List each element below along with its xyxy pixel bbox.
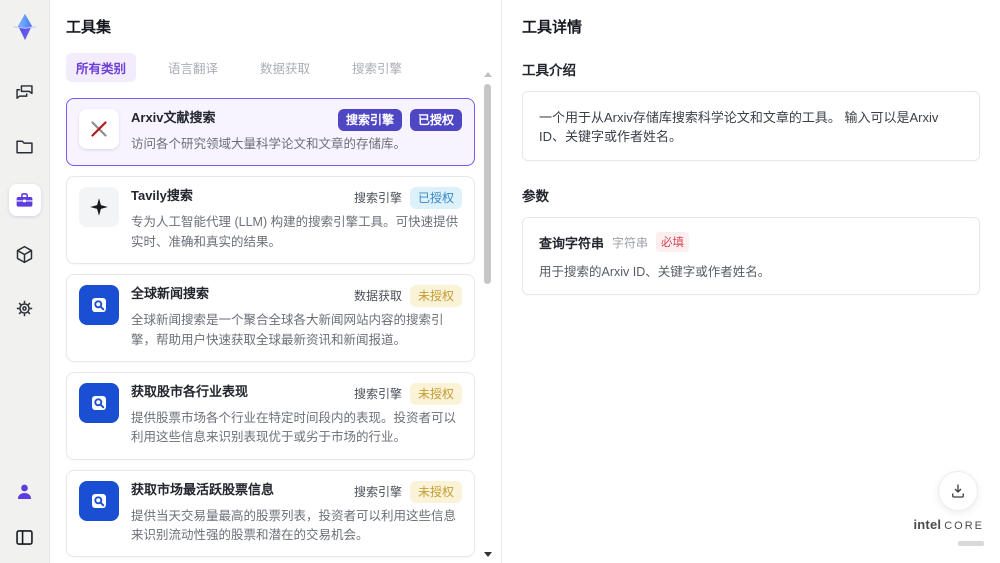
tavily-star-icon bbox=[79, 187, 119, 228]
category-badge: 数据获取 bbox=[353, 289, 402, 304]
params-section-header: 参数 bbox=[522, 189, 549, 204]
tab-language-translation[interactable]: 语言翻译 bbox=[158, 53, 228, 82]
tab-all-categories[interactable]: 所有类别 bbox=[66, 53, 137, 82]
auth-status-badge: 未授权 bbox=[409, 382, 462, 405]
category-tabs: 所有类别 语言翻译 数据获取 搜索引擎 bbox=[66, 53, 475, 82]
param-description: 用于搜索的Arxiv ID、关键字或作者姓名。 bbox=[539, 265, 771, 279]
scroll-up-arrow[interactable] bbox=[484, 72, 492, 77]
arxiv-logo-icon bbox=[79, 109, 119, 149]
tool-description: 访问各个研究领域大量科学论文和文章的存储库。 bbox=[131, 137, 407, 151]
sidebar-nav bbox=[8, 76, 41, 324]
core-wordmark: core bbox=[944, 519, 984, 532]
intro-section-header: 工具介绍 bbox=[522, 63, 576, 78]
toolbox-icon-active[interactable] bbox=[8, 184, 41, 216]
parameter-item: 查询字符串 字符串 必填 用于搜索的Arxiv ID、关键字或作者姓名。 bbox=[522, 217, 980, 295]
chat-icon[interactable] bbox=[9, 76, 41, 108]
stock-sector-icon bbox=[79, 382, 119, 423]
download-button[interactable] bbox=[938, 471, 978, 511]
scrollbar-thumb[interactable] bbox=[484, 84, 491, 284]
auth-status-badge: 未授权 bbox=[409, 285, 462, 308]
tool-detail-panel: 工具详情 工具介绍 一个用于从Arxiv存储库搜索科学论文和文章的工具。 输入可… bbox=[502, 0, 1000, 563]
tool-name: Arxiv文献搜索 bbox=[131, 110, 216, 125]
panel-toggle-icon[interactable] bbox=[9, 521, 41, 553]
tool-description: 提供当天交易量最高的股票列表，投资者可以利用这些信息来识别流动性强的股票和潜在的… bbox=[131, 508, 457, 542]
tab-data-acquisition[interactable]: 数据获取 bbox=[250, 53, 320, 82]
param-type: 字符串 bbox=[612, 235, 649, 250]
tools-list-panel: 工具集 所有类别 语言翻译 数据获取 搜索引擎 Arxiv文献搜索 搜索引擎 已… bbox=[50, 0, 502, 563]
tool-intro-text: 一个用于从Arxiv存储库搜索科学论文和文章的工具。 输入可以是Arxiv ID… bbox=[522, 91, 980, 161]
intel-wordmark: intel bbox=[913, 516, 942, 532]
folder-icon[interactable] bbox=[9, 130, 41, 162]
page-title: 工具集 bbox=[66, 19, 112, 36]
category-badge: 搜索引擎 bbox=[353, 191, 402, 206]
tab-search-engine[interactable]: 搜索引擎 bbox=[342, 53, 412, 82]
main-area: 工具集 所有类别 语言翻译 数据获取 搜索引擎 Arxiv文献搜索 搜索引擎 已… bbox=[50, 0, 1000, 563]
category-badge: 搜索引擎 bbox=[337, 109, 402, 131]
auth-status-badge: 已授权 bbox=[409, 187, 462, 210]
category-badge: 搜索引擎 bbox=[353, 484, 402, 499]
auth-status-badge: 未授权 bbox=[409, 480, 462, 503]
news-search-icon bbox=[79, 285, 119, 326]
param-name: 查询字符串 bbox=[539, 235, 605, 251]
package-icon[interactable] bbox=[9, 238, 41, 270]
app-window: 工具集 所有类别 语言翻译 数据获取 搜索引擎 Arxiv文献搜索 搜索引擎 已… bbox=[0, 0, 1000, 563]
active-stocks-icon bbox=[79, 480, 119, 521]
tool-name: 获取股市各行业表现 bbox=[131, 383, 249, 399]
tool-description: 提供股票市场各个行业在特定时间段内的表现。投资者可以利用这些信息来识别表现优于或… bbox=[131, 410, 457, 445]
tool-card-list: Arxiv文献搜索 搜索引擎 已授权 访问各个研究领域大量科学论文和文章的存储库… bbox=[66, 98, 475, 563]
intel-core-sub-badge bbox=[958, 541, 984, 547]
app-logo-icon[interactable] bbox=[10, 12, 40, 42]
tool-card-arxiv[interactable]: Arxiv文献搜索 搜索引擎 已授权 访问各个研究领域大量科学论文和文章的存储库… bbox=[66, 98, 475, 167]
list-scrollbar[interactable] bbox=[483, 72, 492, 557]
scroll-down-arrow[interactable] bbox=[484, 552, 492, 557]
sidebar bbox=[0, 0, 50, 563]
tool-card-stock-sectors[interactable]: 获取股市各行业表现 搜索引擎 未授权 提供股票市场各个行业在特定时间段内的表现。… bbox=[66, 371, 475, 460]
intel-core-logo: intel core bbox=[913, 516, 984, 551]
tool-name: Tavily搜索 bbox=[131, 188, 193, 204]
settings-gear-icon[interactable] bbox=[9, 292, 41, 324]
sidebar-bottom bbox=[9, 475, 41, 553]
tool-name: 获取市场最活跃股票信息 bbox=[131, 481, 275, 497]
param-required-badge: 必填 bbox=[656, 232, 690, 252]
tool-description: 专为人工智能代理 (LLM) 构建的搜索引擎工具。可快速提供实时、准确和真实的结… bbox=[131, 215, 459, 249]
auth-status-badge: 已授权 bbox=[409, 109, 462, 131]
tool-name: 全球新闻搜索 bbox=[131, 286, 210, 302]
category-badge: 搜索引擎 bbox=[353, 386, 402, 401]
tool-card-tavily[interactable]: Tavily搜索 搜索引擎 已授权 专为人工智能代理 (LLM) 构建的搜索引擎… bbox=[66, 176, 475, 265]
user-avatar-icon[interactable] bbox=[9, 475, 41, 507]
tool-card-active-stocks[interactable]: 获取市场最活跃股票信息 搜索引擎 未授权 提供当天交易量最高的股票列表，投资者可… bbox=[66, 469, 475, 558]
tool-description: 全球新闻搜索是一个聚合全球各大新闻网站内容的搜索引擎，帮助用户快速获取全球最新资… bbox=[131, 313, 444, 347]
detail-title: 工具详情 bbox=[522, 19, 583, 36]
tool-card-global-news[interactable]: 全球新闻搜索 数据获取 未授权 全球新闻搜索是一个聚合全球各大新闻网站内容的搜索… bbox=[66, 274, 475, 362]
